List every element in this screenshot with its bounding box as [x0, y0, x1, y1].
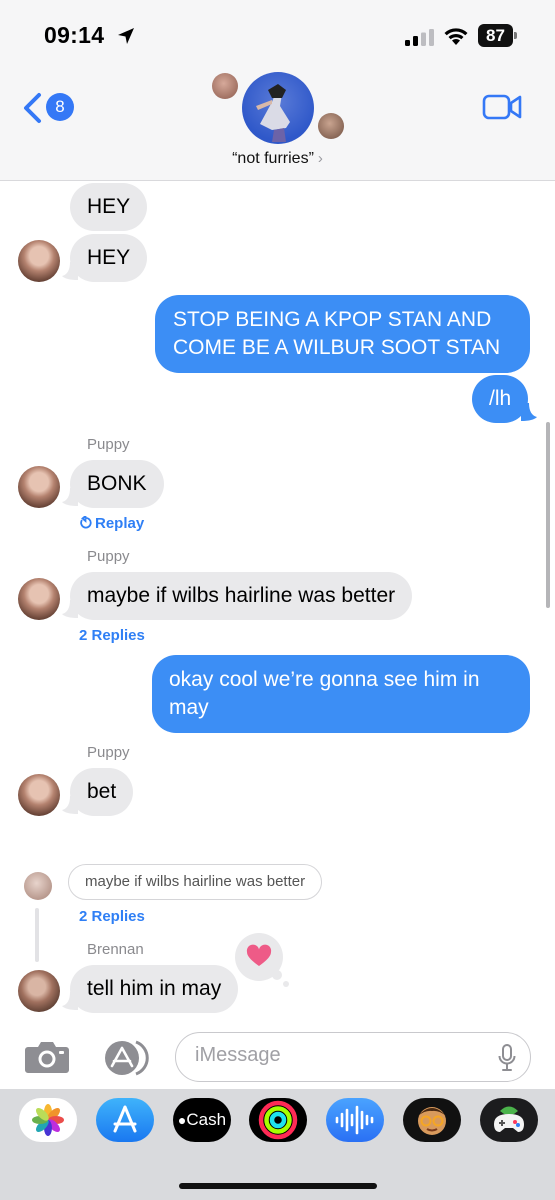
replies-link[interactable]: 2 Replies	[79, 627, 145, 644]
message-line: STOP BEING A KPOP STAN AND	[173, 308, 492, 331]
wifi-icon	[444, 28, 468, 45]
scrollbar[interactable]	[546, 422, 550, 608]
sender-name: Puppy	[87, 744, 130, 761]
replay-icon	[80, 514, 92, 529]
sender-avatar[interactable]	[18, 970, 60, 1012]
camera-icon[interactable]	[24, 1038, 70, 1074]
microphone-icon[interactable]	[497, 1044, 517, 1072]
message-bubble-incoming[interactable]: bet	[70, 768, 134, 816]
thread-avatar	[24, 872, 52, 900]
photos-icon[interactable]	[19, 1098, 77, 1142]
video-call-icon[interactable]	[482, 92, 522, 122]
apple-cash-label: Cash	[186, 1110, 227, 1129]
group-name-text: “not furries”	[232, 150, 314, 167]
memoji-icon[interactable]	[403, 1098, 461, 1142]
activity-icon[interactable]	[249, 1098, 307, 1142]
unread-count-badge: 8	[46, 93, 74, 121]
home-indicator[interactable]	[179, 1183, 377, 1189]
replies-link[interactable]: 2 Replies	[79, 908, 145, 925]
quoted-message[interactable]: maybe if wilbs hairline was better	[68, 864, 323, 900]
sender-name: Brennan	[87, 941, 144, 958]
message-bubble-outgoing[interactable]: okay cool we’re gonna see him in may	[152, 655, 530, 733]
conversation-header: 09:14 87 8 “not furries” ›	[0, 0, 555, 181]
replay-link[interactable]: Replay	[79, 514, 145, 532]
sender-name: Puppy	[87, 548, 130, 565]
replay-label: Replay	[95, 515, 145, 532]
member-avatar[interactable]	[212, 73, 238, 99]
app-store-icon[interactable]	[96, 1098, 154, 1142]
thread-line	[35, 908, 39, 962]
sender-avatar[interactable]	[18, 466, 60, 508]
member-avatar[interactable]	[318, 113, 344, 139]
message-input[interactable]: iMessage	[175, 1032, 531, 1082]
tapback-tail	[283, 981, 289, 987]
status-time: 09:14	[44, 22, 105, 48]
message-line: okay cool we’re gonna see him in	[169, 668, 480, 691]
battery-icon: 87	[478, 24, 518, 47]
sender-name: Puppy	[87, 436, 130, 453]
battery-level: 87	[478, 24, 513, 47]
chevron-left-icon	[24, 93, 41, 123]
chevron-right-icon: ›	[317, 150, 323, 167]
game-icon[interactable]	[480, 1098, 538, 1142]
group-name[interactable]: “not furries” ›	[0, 150, 555, 168]
message-bubble-incoming[interactable]: maybe if wilbs hairline was better	[70, 572, 413, 620]
audio-message-icon[interactable]	[326, 1098, 384, 1142]
message-bubble-incoming[interactable]: HEY	[70, 183, 148, 231]
message-bubble-incoming[interactable]: BONK	[70, 460, 164, 508]
sender-avatar[interactable]	[18, 774, 60, 816]
signal-icon	[405, 29, 434, 46]
message-bubble-incoming[interactable]: tell him in may	[70, 965, 239, 1013]
message-bubble-outgoing[interactable]: /lh	[472, 375, 529, 423]
message-line: may	[169, 696, 209, 719]
tapback-tail	[272, 970, 282, 980]
sender-avatar[interactable]	[18, 240, 60, 282]
apple-cash-icon[interactable]: ●Cash	[173, 1098, 231, 1142]
message-input-placeholder: iMessage	[195, 1044, 281, 1066]
location-arrow-icon	[118, 28, 134, 44]
message-bubble-incoming[interactable]: HEY	[70, 234, 148, 282]
app-store-icon[interactable]	[98, 1040, 152, 1076]
back-button[interactable]: 8	[22, 90, 74, 126]
message-bubble-outgoing[interactable]: STOP BEING A KPOP STAN AND COME BE A WIL…	[155, 295, 530, 373]
sender-avatar[interactable]	[18, 578, 60, 620]
message-line: COME BE A WILBUR SOOT STAN	[173, 336, 501, 359]
group-avatar[interactable]	[242, 72, 314, 144]
